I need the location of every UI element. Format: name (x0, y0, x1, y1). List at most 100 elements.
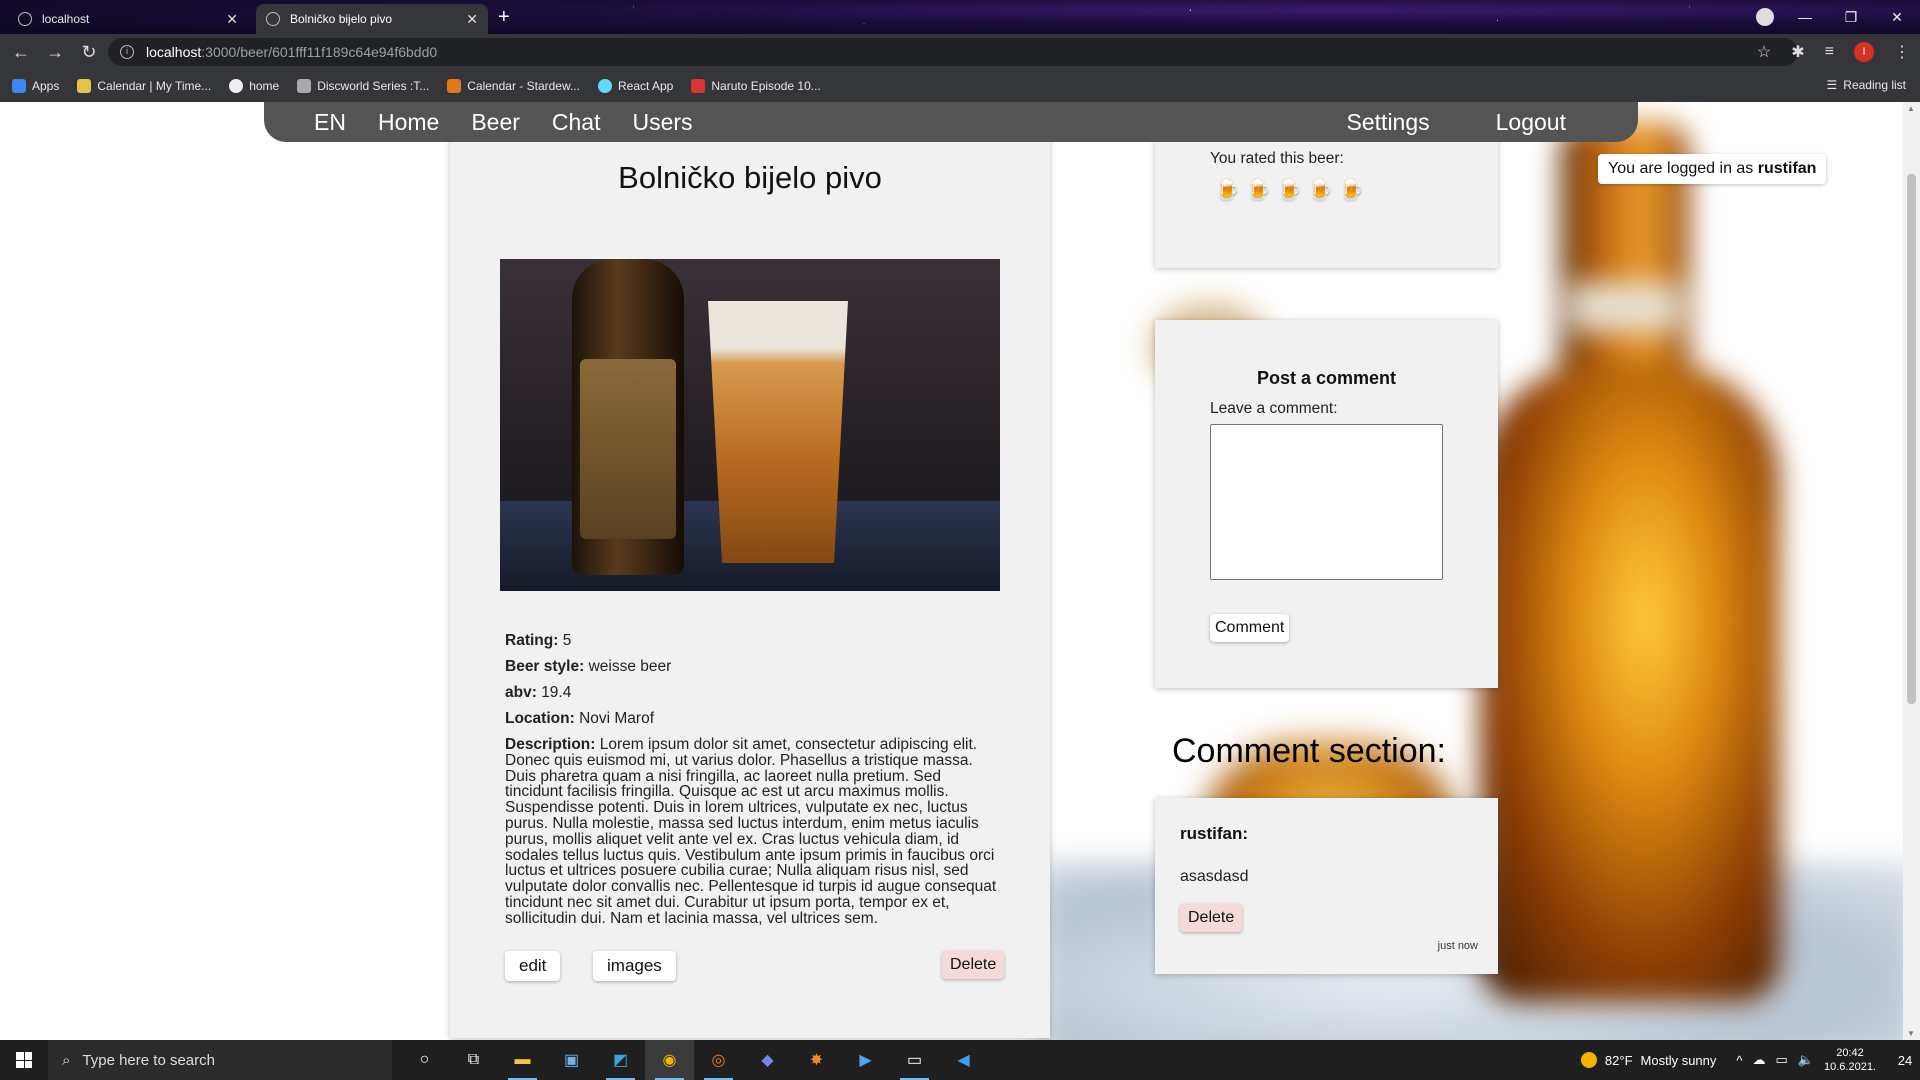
vscode-icon[interactable]: ◀ (939, 1040, 988, 1080)
chevron-up-icon[interactable]: ^ (1736, 1053, 1742, 1068)
media-icon[interactable]: ≡ (1825, 43, 1834, 61)
scroll-down-icon[interactable]: ▼ (1907, 1029, 1915, 1038)
cortana-icon[interactable]: ○ (400, 1040, 449, 1080)
reading-list-icon: ☰ (1826, 78, 1838, 92)
page-viewport: EN Home Beer Chat Users Settings Logout … (0, 102, 1920, 1040)
file-explorer-icon[interactable]: ▬ (498, 1040, 547, 1080)
images-button[interactable]: images (593, 951, 676, 981)
bookmark-calendar-mytime[interactable]: Calendar | My Time... (77, 79, 211, 93)
powershell-icon[interactable]: ▶ (841, 1040, 890, 1080)
post-comment-card: Post a comment Leave a comment: Comment (1155, 320, 1498, 688)
profile-avatar[interactable]: I (1854, 42, 1874, 62)
location-row: Location: Novi Marof (505, 710, 654, 727)
address-bar[interactable]: i localhost:3000/beer/601fff11f189c64e94… (108, 38, 1798, 66)
tab-title: Bolničko bijelo pivo (290, 12, 393, 26)
weather-desc: Mostly sunny (1640, 1052, 1717, 1068)
new-tab-button[interactable]: + (498, 6, 510, 29)
cloud-icon[interactable]: ☁ (1753, 1052, 1766, 1068)
task-view-icon[interactable]: ⧉ (449, 1040, 498, 1080)
description-text: Lorem ipsum dolor sit amet, consectetur … (505, 736, 997, 927)
volume-icon[interactable]: 🔈 (1798, 1052, 1814, 1068)
scroll-up-icon[interactable]: ▲ (1907, 104, 1915, 113)
delete-comment-button[interactable]: Delete (1180, 904, 1243, 932)
beer-mug-icon[interactable]: 🍺 (1339, 178, 1364, 202)
nav-language[interactable]: EN (314, 109, 346, 136)
beer-mug-icon[interactable]: 🍺 (1277, 178, 1302, 202)
bookmark-home[interactable]: home (229, 79, 279, 93)
login-status: You are logged in as rustifan (1598, 154, 1827, 184)
media-player-icon[interactable]: ◎ (694, 1040, 743, 1080)
beer-detail-card: Bolničko bijelo pivo Rating: 5 Beer styl… (450, 102, 1050, 1038)
delete-beer-button[interactable]: Delete (942, 951, 1005, 979)
notification-center-icon[interactable]: 24 (1890, 1053, 1920, 1068)
chrome-profile-icon[interactable] (1756, 8, 1774, 26)
windows-logo-icon (16, 1052, 32, 1068)
sun-icon (1580, 1052, 1597, 1068)
reload-icon[interactable]: ↻ (72, 42, 106, 63)
snipping-tool-icon[interactable]: ◩ (596, 1040, 645, 1080)
network-icon[interactable]: ▭ (1776, 1052, 1788, 1068)
comment-author: rustifan: (1180, 824, 1248, 843)
comment-section-title: Comment section: (1172, 732, 1446, 770)
nav-logout[interactable]: Logout (1496, 109, 1566, 136)
bookmark-apps[interactable]: Apps (12, 79, 59, 93)
close-window-icon[interactable]: ✕ (1874, 4, 1920, 30)
abv-value: 19.4 (541, 684, 572, 701)
clock[interactable]: 20:42 10.6.2021. (1824, 1046, 1876, 1074)
beer-mug-icon[interactable]: 🍺 (1246, 178, 1271, 202)
chrome-icon[interactable]: ◉ (645, 1040, 694, 1080)
tab-localhost[interactable]: localhost ✕ (8, 4, 248, 34)
taskbar-search[interactable]: ⌕ Type here to search (48, 1040, 392, 1080)
bookmark-star-icon[interactable]: ☆ (1757, 42, 1771, 62)
back-icon[interactable]: ← (4, 42, 38, 63)
forward-icon[interactable]: → (38, 42, 72, 63)
scrollbar-thumb[interactable] (1907, 174, 1916, 704)
comment-textarea[interactable] (1210, 424, 1443, 580)
bookmark-react-app[interactable]: React App (597, 79, 673, 93)
blender-icon[interactable]: ✸ (792, 1040, 841, 1080)
url-host: localhost (146, 44, 202, 60)
nav-users[interactable]: Users (633, 109, 693, 136)
reading-list[interactable]: ☰ Reading list (1827, 78, 1906, 92)
apps-grid-icon (12, 79, 26, 93)
start-button[interactable] (0, 1040, 48, 1080)
comment-submit-button[interactable]: Comment (1210, 614, 1290, 642)
extensions-icon[interactable]: ✱ (1791, 42, 1804, 62)
page-scrollbar[interactable]: ▲ ▼ (1903, 102, 1920, 1040)
menu-icon[interactable]: ⋮ (1894, 42, 1910, 62)
globe-icon (266, 12, 280, 26)
minimize-icon[interactable]: — (1782, 4, 1828, 30)
comment-text: asasdasd (1180, 868, 1249, 885)
nav-chat[interactable]: Chat (552, 109, 601, 136)
close-tab-icon[interactable]: ✕ (466, 11, 478, 28)
style-row: Beer style: weisse beer (505, 658, 672, 675)
bookmarks-bar: Apps Calendar | My Time... home Discworl… (0, 70, 1920, 102)
nav-beer[interactable]: Beer (471, 109, 520, 136)
beer-details: Rating: 5 Beer style: weisse beer abv: 1… (505, 628, 1001, 927)
info-icon[interactable]: i (120, 45, 134, 59)
restore-icon[interactable]: ❐ (1828, 4, 1874, 30)
abv-row: abv: 19.4 (505, 684, 572, 701)
clock-date: 10.6.2021. (1824, 1061, 1876, 1073)
close-tab-icon[interactable]: ✕ (226, 11, 238, 28)
bookmark-discworld[interactable]: Discworld Series :T... (297, 79, 429, 93)
bookmark-naruto[interactable]: Naruto Episode 10... (691, 79, 821, 93)
beer-mug-icon[interactable]: 🍺 (1308, 178, 1333, 202)
weather-widget[interactable]: 82°F Mostly sunny (1580, 1052, 1717, 1068)
post-comment-title: Post a comment (1256, 368, 1397, 388)
terminal-icon[interactable]: ▭ (890, 1040, 939, 1080)
clock-time: 20:42 (1836, 1047, 1864, 1059)
beer-mug-icon[interactable]: 🍺 (1215, 178, 1240, 202)
teams-icon[interactable]: ◆ (743, 1040, 792, 1080)
windows-taskbar: ⌕ Type here to search ○ ⧉ ▬ ▣ ◩ ◉ ◎ ◆ ✸ … (0, 1040, 1920, 1080)
bookmark-stardew[interactable]: Calendar - Stardew... (447, 79, 580, 93)
search-placeholder: Type here to search (82, 1051, 215, 1069)
nav-home[interactable]: Home (378, 109, 439, 136)
edit-button[interactable]: edit (505, 951, 561, 981)
nav-settings[interactable]: Settings (1347, 109, 1430, 136)
store-icon[interactable]: ▣ (547, 1040, 596, 1080)
url-path: :3000/beer/601fff11f189c64e94f6bdd0 (201, 44, 438, 60)
rating-mugs: 🍺 🍺 🍺 🍺 🍺 (1215, 178, 1364, 202)
rating-label: You rated this beer: (1210, 150, 1344, 167)
tab-beer-page[interactable]: Bolničko bijelo pivo ✕ (256, 4, 488, 34)
